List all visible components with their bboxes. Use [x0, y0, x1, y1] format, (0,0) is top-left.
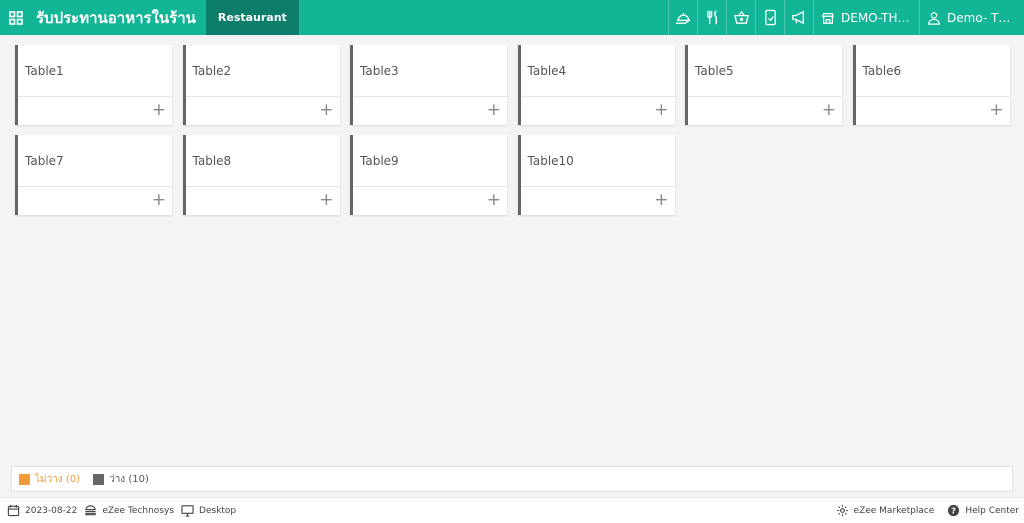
svg-text:?: ?	[951, 506, 956, 516]
card-divider	[185, 96, 340, 97]
table-name: Table3	[360, 64, 399, 78]
card-divider	[185, 186, 340, 187]
card-divider	[688, 96, 842, 97]
table-name: Table8	[192, 154, 232, 168]
cutlery-icon	[706, 10, 717, 25]
add-order-button[interactable]: +	[487, 101, 501, 119]
top-bar: รับประทานอาหารในร้าน Restaurant DEMO-THA…	[0, 0, 1024, 35]
table-card[interactable]: Table4 +	[517, 45, 675, 125]
gear-icon	[836, 504, 848, 517]
calendar-icon	[7, 504, 20, 517]
add-order-button[interactable]: +	[319, 191, 333, 209]
card-divider	[353, 96, 507, 97]
online-orders-button[interactable]	[755, 0, 784, 35]
table-name: Table1	[25, 64, 64, 78]
legend-vacant-label: ว่าง (10)	[109, 473, 149, 485]
outlet-selector[interactable]: DEMO-THAI...	[813, 0, 919, 35]
card-divider	[520, 186, 675, 187]
table-name: Table9	[360, 154, 399, 168]
table-card[interactable]: Table7 +	[15, 135, 172, 215]
legend-vacant-swatch	[93, 473, 105, 485]
table-card[interactable]: Table3 +	[350, 45, 507, 125]
card-divider	[855, 96, 1010, 97]
orders-button[interactable]	[726, 0, 755, 35]
footer-device: Desktop	[174, 504, 236, 517]
footer-company: eZee Technosys	[77, 504, 174, 517]
user-name: Demo- Thail...	[947, 10, 1017, 25]
help-icon: ?	[948, 504, 960, 517]
table-card[interactable]: Table6 +	[852, 45, 1010, 125]
announcements-button[interactable]	[784, 0, 813, 35]
help-center-link[interactable]: ? Help Center	[940, 504, 1019, 517]
menu-button[interactable]	[697, 0, 726, 35]
card-divider	[520, 96, 675, 97]
footer-date-text: 2023-08-22	[25, 505, 78, 516]
store-icon	[821, 12, 835, 24]
footer-company-text: eZee Technosys	[102, 505, 175, 516]
help-center-label: Help Center	[965, 505, 1019, 516]
legend-occupied-swatch	[19, 473, 30, 485]
table-card[interactable]: Table10 +	[517, 135, 675, 215]
add-order-button[interactable]: +	[487, 191, 501, 209]
table-name: Table6	[862, 64, 902, 78]
card-divider	[18, 186, 172, 187]
footer-bar: 2023-08-22 eZee Technosys Desktop eZee M…	[0, 497, 1024, 523]
table-name: Table10	[527, 154, 574, 168]
table-name: Table7	[25, 154, 64, 168]
monitor-icon	[181, 505, 194, 517]
card-divider	[18, 96, 172, 97]
footer-date: 2023-08-22	[0, 504, 77, 517]
add-order-button[interactable]: +	[989, 101, 1003, 119]
table-card[interactable]: Table8 +	[182, 135, 340, 215]
footer-device-text: Desktop	[199, 505, 237, 516]
apps-grid-icon	[9, 10, 23, 25]
card-divider	[353, 186, 507, 187]
tab-restaurant[interactable]: Restaurant	[205, 0, 299, 35]
burger-icon	[85, 505, 97, 516]
table-card[interactable]: Table1 +	[15, 45, 172, 125]
legend-occupied[interactable]: ไม่ว่าง (0)	[19, 472, 80, 487]
dine-in-icon	[675, 13, 690, 24]
dine-in-button[interactable]	[668, 0, 697, 35]
table-name: Table4	[527, 64, 567, 78]
table-card[interactable]: Table2 +	[182, 45, 340, 125]
table-card[interactable]: Table9 +	[350, 135, 507, 215]
add-order-button[interactable]: +	[152, 191, 166, 209]
user-icon	[928, 11, 940, 25]
table-card[interactable]: Table5 +	[685, 45, 842, 125]
table-name: Table2	[192, 64, 232, 78]
legend-occupied-label: ไม่ว่าง (0)	[35, 473, 81, 485]
mobile-order-icon	[764, 9, 776, 26]
basket-icon	[733, 10, 749, 24]
add-order-button[interactable]: +	[319, 101, 333, 119]
table-name: Table5	[695, 64, 734, 78]
megaphone-icon	[791, 10, 804, 25]
app-title: รับประทานอาหารในร้าน	[36, 8, 196, 27]
add-order-button[interactable]: +	[822, 101, 836, 119]
marketplace-label: eZee Marketplace	[853, 505, 935, 516]
outlet-name: DEMO-THAI...	[841, 10, 912, 25]
apps-grid-button[interactable]	[0, 0, 32, 35]
user-menu[interactable]: Demo- Thail...	[919, 0, 1024, 35]
add-order-button[interactable]: +	[654, 191, 668, 209]
marketplace-link[interactable]: eZee Marketplace	[829, 504, 935, 517]
legend-vacant[interactable]: ว่าง (10)	[93, 472, 149, 487]
status-legend: ไม่ว่าง (0) ว่าง (10)	[11, 466, 1013, 492]
add-order-button[interactable]: +	[152, 101, 166, 119]
add-order-button[interactable]: +	[654, 101, 668, 119]
